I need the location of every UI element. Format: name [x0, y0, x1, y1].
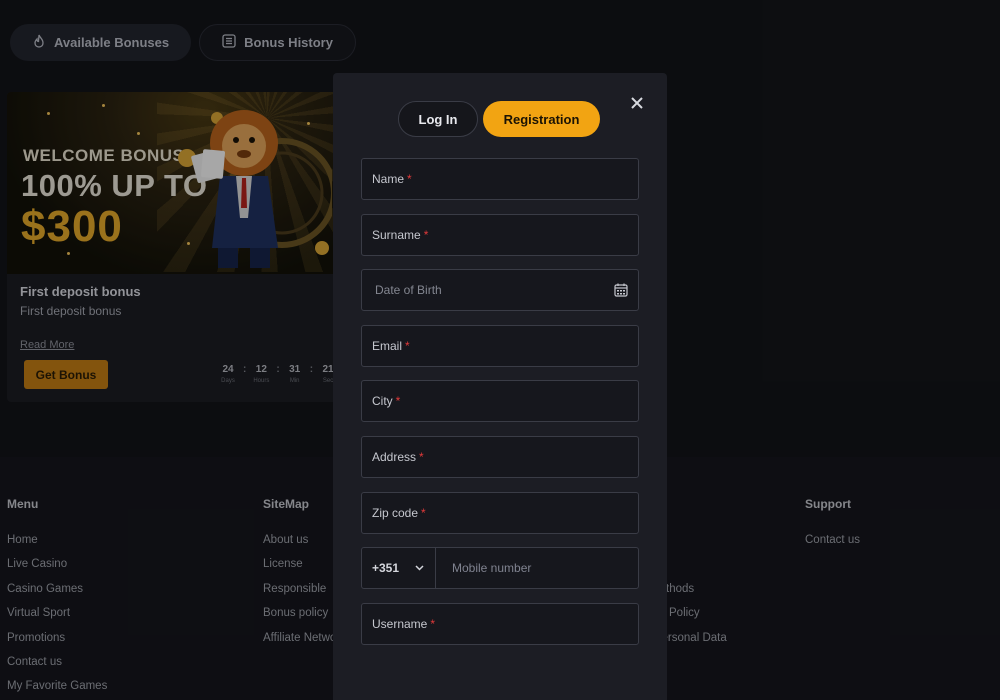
close-button[interactable]	[627, 93, 647, 113]
tab-registration[interactable]: Registration	[483, 101, 600, 137]
phone-field: +351 Mobile number	[361, 547, 639, 589]
auth-modal: Log In Registration Name * Surname * Date …	[333, 73, 667, 700]
required-mark: *	[430, 617, 436, 631]
required-mark: *	[407, 172, 412, 186]
city-field[interactable]: City *	[361, 380, 639, 422]
chevron-down-icon	[415, 565, 424, 571]
tab-login[interactable]: Log In	[398, 101, 478, 137]
required-mark: *	[405, 339, 410, 353]
username-field-label: Username	[372, 617, 428, 631]
mobile-number-input[interactable]: Mobile number	[436, 561, 531, 575]
username-field[interactable]: Username *	[361, 603, 639, 645]
date-of-birth-field[interactable]: Date of Birth	[361, 269, 639, 311]
city-field-label: City	[372, 394, 393, 408]
auth-tabs: Log In Registration	[398, 101, 600, 137]
address-field[interactable]: Address *	[361, 436, 639, 478]
name-field-label: Name	[372, 172, 405, 186]
required-mark: *	[419, 450, 424, 464]
address-field-label: Address	[372, 450, 417, 464]
required-mark: *	[395, 394, 401, 408]
surname-field[interactable]: Surname *	[361, 214, 639, 256]
surname-field-label: Surname	[372, 228, 421, 242]
zip-code-field-label: Zip code	[372, 506, 419, 520]
name-field[interactable]: Name *	[361, 158, 639, 200]
country-code-value: +351	[372, 561, 400, 575]
zip-code-field[interactable]: Zip code *	[361, 492, 639, 534]
date-of-birth-placeholder: Date of Birth	[375, 283, 442, 297]
calendar-icon[interactable]	[614, 283, 628, 297]
email-field[interactable]: Email *	[361, 325, 639, 367]
email-field-label: Email	[372, 339, 403, 353]
required-mark: *	[423, 228, 429, 242]
country-code-select[interactable]: +351	[362, 548, 436, 588]
required-mark: *	[421, 506, 426, 520]
close-icon	[631, 97, 643, 109]
